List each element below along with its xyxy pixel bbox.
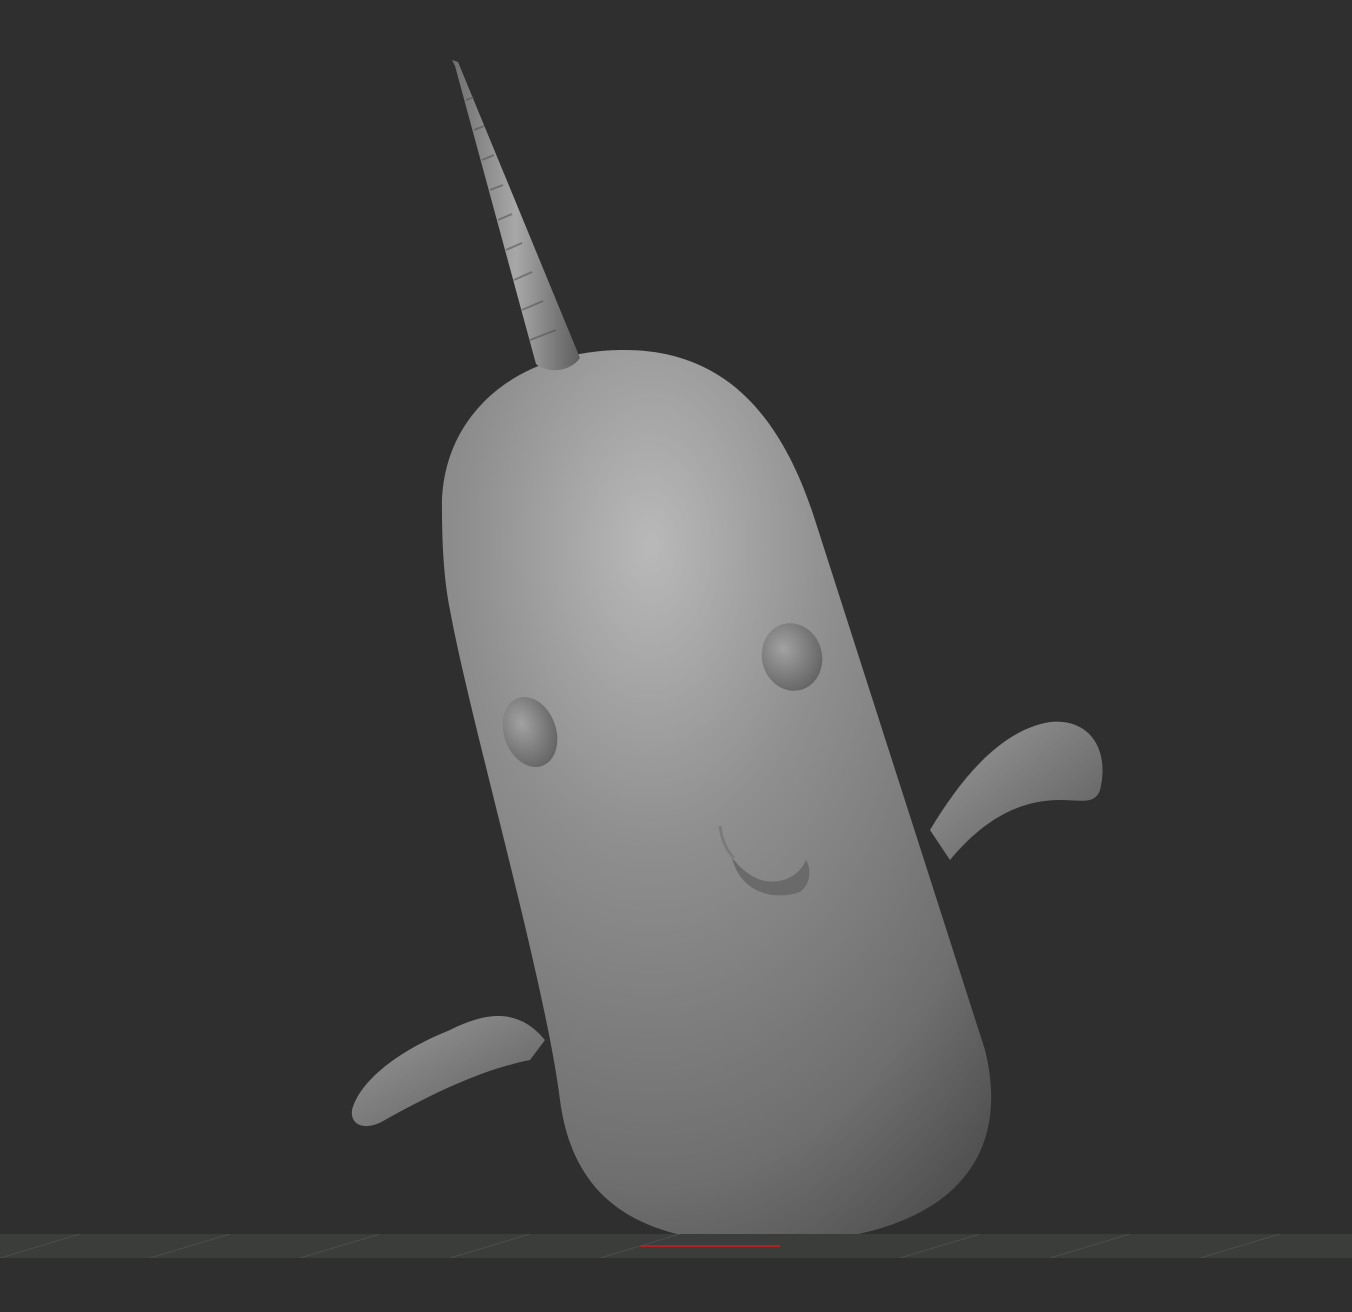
floor-grid xyxy=(0,1234,1352,1258)
right-fin xyxy=(930,721,1103,860)
horn xyxy=(452,60,580,371)
narwhal-body xyxy=(441,349,992,1244)
3d-viewport[interactable] xyxy=(0,0,1352,1312)
left-fin xyxy=(351,1016,545,1127)
narwhal-model-icon[interactable] xyxy=(0,0,1352,1312)
floor-shadow xyxy=(0,1258,1352,1312)
